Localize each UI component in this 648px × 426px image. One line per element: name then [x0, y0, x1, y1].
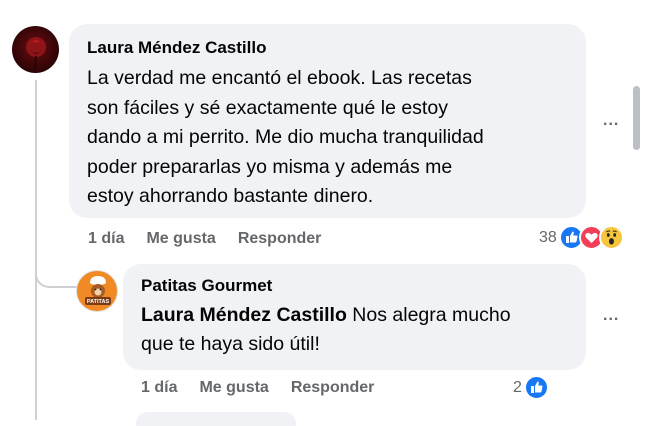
like-icon — [523, 375, 549, 400]
reply-button[interactable]: Responder — [291, 379, 375, 397]
next-comment-bubble — [136, 412, 296, 426]
more-options-button[interactable]: ... — [603, 112, 619, 130]
logo-text: PATITAS — [87, 299, 110, 305]
comment-text-line: poder prepararlas yo misma y además me — [87, 155, 453, 178]
reply-text-rest: Nos alegra mucho — [346, 304, 511, 326]
reply-text: Laura Méndez Castillo Nos alegra mucho q… — [141, 301, 568, 359]
mention-link[interactable]: Laura Méndez Castillo — [141, 304, 347, 326]
comment-author[interactable]: Laura Méndez Castillo — [87, 37, 568, 59]
wow-icon — [598, 225, 624, 250]
page-avatar[interactable]: PATITAS — [76, 270, 118, 312]
comment-text: La verdad me encantó el ebook. Las recet… — [87, 64, 568, 212]
reaction-summary[interactable]: 38 — [539, 225, 624, 250]
comment-bubble: Laura Méndez Castillo La verdad me encan… — [69, 24, 586, 218]
avatar[interactable] — [12, 26, 59, 73]
thread-line — [35, 80, 37, 420]
comment-actions: 1 día Me gusta Responder — [88, 230, 321, 248]
reply-author[interactable]: Patitas Gourmet — [141, 275, 568, 297]
comment-text-line: La verdad me encantó el ebook. Las recet… — [87, 67, 472, 89]
reply-actions: 1 día Me gusta Responder — [141, 379, 374, 397]
reply-text-line: Laura Méndez Castillo Nos alegra mucho — [141, 301, 568, 330]
rose-icon — [26, 37, 46, 71]
comment-text-line: son fáciles y sé exactamente qué le esto… — [87, 96, 448, 119]
reaction-count: 38 — [539, 228, 557, 246]
scrollbar[interactable] — [633, 86, 640, 150]
more-options-button[interactable]: ... — [603, 307, 619, 325]
chef-dog-logo-icon: PATITAS — [85, 276, 111, 305]
thread-connector — [35, 258, 79, 288]
comment-text-line: estoy ahorrando bastante dinero. — [87, 185, 374, 207]
like-button[interactable]: Me gusta — [199, 379, 268, 397]
timestamp[interactable]: 1 día — [141, 379, 177, 397]
reaction-summary[interactable]: 2 — [513, 375, 549, 400]
reply-text-line: que te haya sido útil! — [141, 333, 320, 355]
comment-text-line: dando a mi perrito. Me dio mucha tranqui… — [87, 126, 484, 148]
like-button[interactable]: Me gusta — [146, 230, 215, 248]
reaction-count: 2 — [513, 378, 522, 396]
timestamp[interactable]: 1 día — [88, 230, 124, 248]
reply-button[interactable]: Responder — [238, 230, 322, 248]
reply-bubble: Patitas Gourmet Laura Méndez Castillo No… — [123, 264, 586, 370]
